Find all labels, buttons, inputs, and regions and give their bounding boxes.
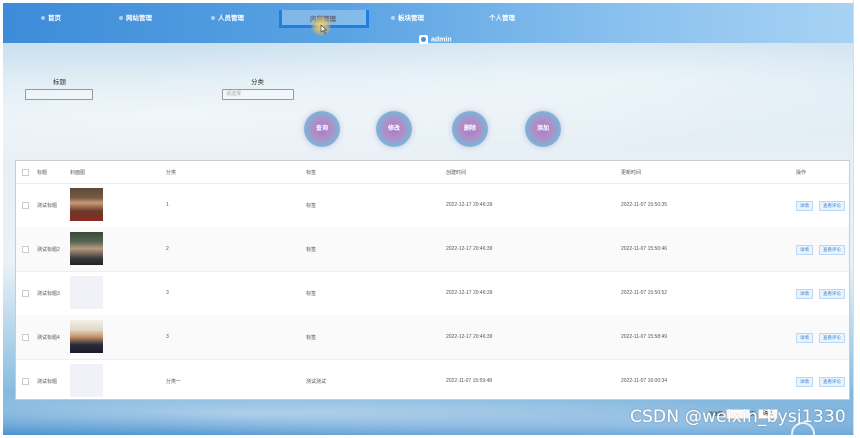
cell-title: 测试标题: [37, 379, 58, 385]
view-comments-button[interactable]: 查看评论: [819, 377, 845, 387]
table-row: 测试标题4 3 标签 2022-12-17 20:46:39 2022-11-0…: [16, 315, 849, 360]
row-checkbox[interactable]: [22, 290, 29, 297]
cell-created: 2022-12-17 20:46:39: [446, 202, 493, 208]
header-category: 分类: [166, 170, 177, 176]
cell-title: 测试标题2: [37, 247, 60, 253]
cell-updated: 2022-11-07 15:58:49: [621, 334, 668, 340]
detail-button[interactable]: 详情: [796, 201, 813, 211]
cover-image: [70, 232, 103, 265]
cell-updated: 2022-11-07 15:50:46: [621, 246, 668, 252]
table-row: 测试标题2 2 标签 2022-12-17 20:46:39 2022-11-0…: [16, 227, 849, 272]
cell-category: 分类一: [166, 379, 182, 385]
view-comments-button[interactable]: 查看评论: [819, 333, 845, 343]
nav-item-home[interactable]: 首页: [41, 12, 61, 26]
nav-item-site[interactable]: 网站管理: [119, 12, 152, 26]
row-checkbox[interactable]: [22, 246, 29, 253]
cell-created: 2022-11-07 15:59:48: [446, 378, 493, 384]
header-title[interactable]: 标题: [37, 169, 47, 176]
view-comments-button[interactable]: 查看评论: [819, 201, 845, 211]
cell-tag: 标签: [306, 335, 317, 341]
nav-item-boards[interactable]: 板块管理: [391, 12, 424, 26]
top-navigation: 首页 网站管理 人员管理 内容管理 板块管理 个人管理 admin: [3, 3, 853, 44]
select-all-checkbox[interactable]: [22, 169, 29, 176]
boards-icon: [391, 16, 395, 21]
cell-tag: 标签: [306, 203, 317, 209]
cell-created: 2022-12-17 20:46:39: [446, 246, 493, 252]
nav-item-personal[interactable]: 个人管理: [489, 12, 515, 26]
cell-title: 测试标题4: [37, 335, 60, 341]
cover-image-empty: [70, 276, 103, 309]
cell-updated: 2022-11-07 16:00:34: [621, 378, 668, 384]
avatar-icon: [419, 35, 428, 44]
cell-created: 2022-12-17 20:46:39: [446, 290, 493, 296]
content-table: 标题 封面图 分类 标签 创建时间 更新时间 操作 测试标题 1 标签 2022…: [15, 160, 850, 400]
table-row: 测试标题 1 标签 2022-12-17 20:46:39 2022-11-07…: [16, 183, 849, 228]
row-checkbox[interactable]: [22, 202, 29, 209]
csdn-watermark: CSDN @weixin_bysj1330: [630, 407, 846, 427]
detail-button[interactable]: 详情: [796, 333, 813, 343]
view-comments-button[interactable]: 查看评论: [819, 245, 845, 255]
update-button[interactable]: 修改: [376, 111, 412, 147]
title-input[interactable]: [25, 89, 93, 100]
detail-button[interactable]: 详情: [796, 245, 813, 255]
title-label: 标题: [53, 79, 66, 86]
cell-created: 2022-12-17 20:46:39: [446, 334, 493, 340]
user-menu[interactable]: admin: [419, 35, 452, 44]
cell-tag: 标签: [306, 247, 317, 253]
detail-button[interactable]: 详情: [796, 377, 813, 387]
cell-updated: 2022-11-07 15:50:35: [621, 202, 668, 208]
cell-title: 测试标题: [37, 203, 58, 209]
table-row: 测试标题3 3 标签 2022-12-17 20:46:39 2022-11-0…: [16, 271, 849, 316]
table-header: 标题 封面图 分类 标签 创建时间 更新时间 操作: [16, 161, 849, 184]
add-button[interactable]: 添加: [525, 111, 561, 147]
right-page-border: [853, 0, 860, 438]
cell-category: 2: [166, 246, 169, 252]
site-icon: [119, 16, 123, 21]
header-cover: 封面图: [70, 170, 86, 176]
row-checkbox[interactable]: [22, 334, 29, 341]
row-checkbox[interactable]: [22, 378, 29, 385]
background-clouds-top: [3, 43, 853, 163]
cell-title: 测试标题3: [37, 291, 60, 297]
cell-category: 1: [166, 202, 169, 208]
header-tag: 标签: [306, 170, 317, 176]
nav-item-users[interactable]: 人员管理: [211, 12, 244, 26]
users-icon: [211, 16, 215, 21]
cell-tag: 测试测试: [306, 379, 327, 385]
cell-category: 3: [166, 334, 169, 340]
detail-button[interactable]: 详情: [796, 289, 813, 299]
delete-button[interactable]: 删除: [452, 111, 488, 147]
header-created[interactable]: 创建时间: [446, 169, 466, 176]
mouse-cursor-icon: [320, 24, 328, 34]
category-label: 分类: [251, 79, 264, 86]
category-select[interactable]: 请选择: [222, 89, 294, 100]
cell-category: 3: [166, 290, 169, 296]
app-frame: 首页 网站管理 人员管理 内容管理 板块管理 个人管理 admin 标题 分类 …: [3, 3, 853, 435]
cell-updated: 2022-11-07 15:50:52: [621, 290, 668, 296]
header-updated[interactable]: 更新时间: [621, 169, 641, 176]
cover-image: [70, 320, 103, 353]
table-row: 测试标题 分类一 测试测试 2022-11-07 15:59:48 2022-1…: [16, 359, 849, 403]
home-icon: [41, 16, 45, 21]
view-comments-button[interactable]: 查看评论: [819, 289, 845, 299]
cell-tag: 标签: [306, 291, 317, 297]
cover-image: [70, 188, 103, 221]
cover-image-empty: [70, 364, 103, 397]
query-button[interactable]: 查询: [304, 111, 340, 147]
header-actions: 操作: [796, 170, 807, 176]
